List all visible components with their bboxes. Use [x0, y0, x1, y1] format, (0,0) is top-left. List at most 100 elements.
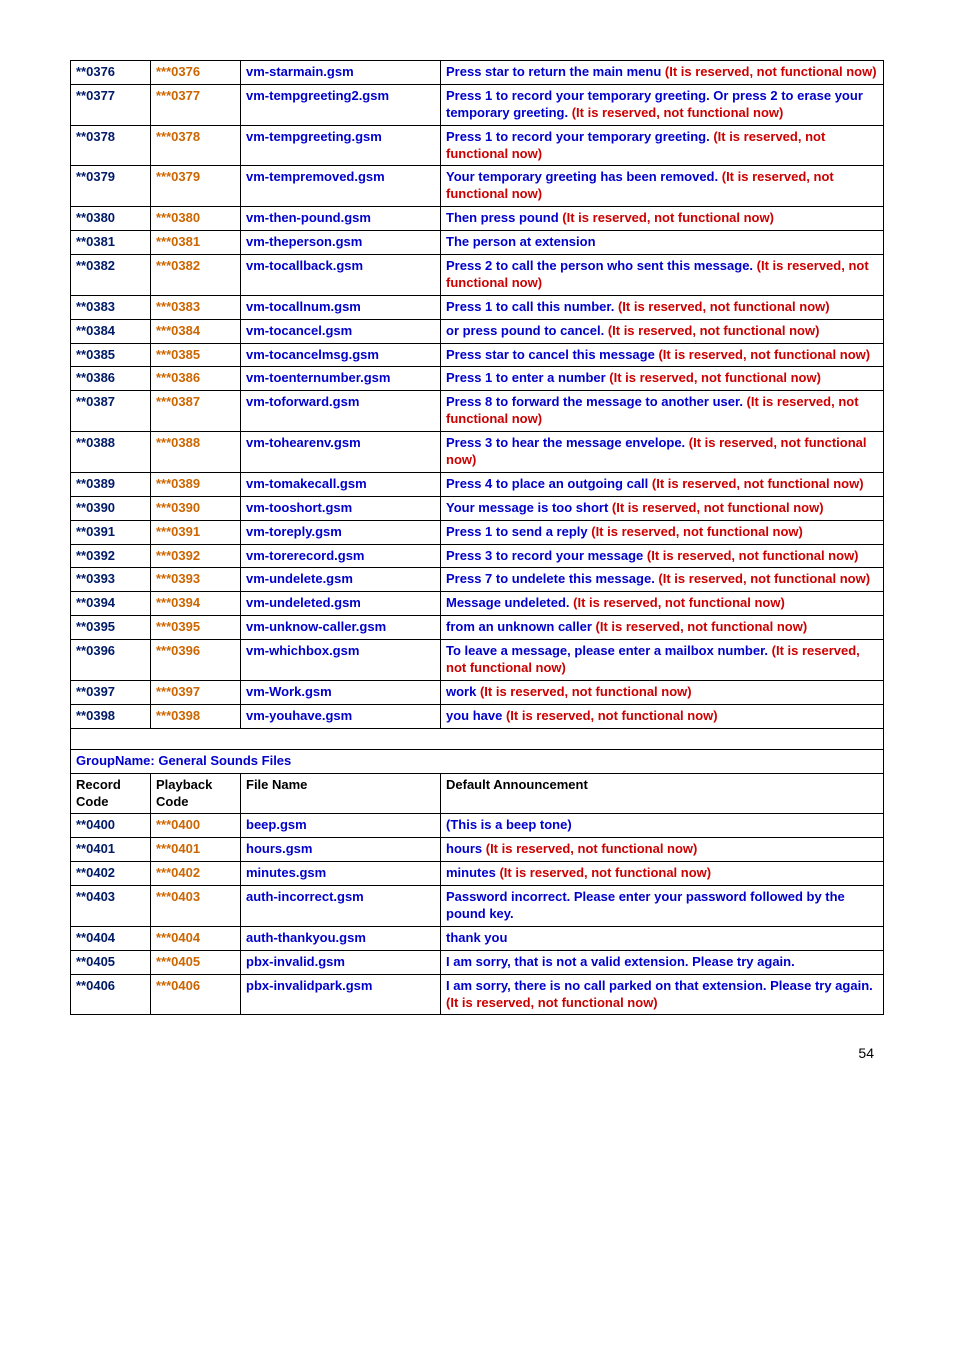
file-name: vm-undeleted.gsm: [241, 592, 441, 616]
table-row: **0393***0393vm-undelete.gsmPress 7 to u…: [71, 568, 884, 592]
table-row: **0398***0398vm-youhave.gsmyou have (It …: [71, 704, 884, 728]
announcement-text: (It is reserved, not functional now): [652, 476, 864, 491]
table-row: **0394***0394vm-undeleted.gsmMessage und…: [71, 592, 884, 616]
record-code: **0400: [71, 814, 151, 838]
default-announcement: or press pound to cancel. (It is reserve…: [441, 319, 884, 343]
table-row: **0385***0385vm-tocancelmsg.gsmPress sta…: [71, 343, 884, 367]
record-code: **0394: [71, 592, 151, 616]
playback-code: ***0384: [151, 319, 241, 343]
record-code: **0378: [71, 125, 151, 166]
sounds-table: **0376***0376vm-starmain.gsmPress star t…: [70, 60, 884, 1015]
file-name: vm-starmain.gsm: [241, 61, 441, 85]
announcement-text: I am sorry, that is not a valid extensio…: [446, 954, 795, 969]
default-announcement: Press 3 to hear the message envelope. (I…: [441, 432, 884, 473]
default-announcement: Then press pound (It is reserved, not fu…: [441, 207, 884, 231]
default-announcement: Press 1 to record your temporary greetin…: [441, 84, 884, 125]
default-announcement: The person at extension: [441, 231, 884, 255]
announcement-text: (It is reserved, not functional now): [506, 708, 718, 723]
playback-code: ***0383: [151, 295, 241, 319]
default-announcement: I am sorry, there is no call parked on t…: [441, 974, 884, 1015]
record-code: **0397: [71, 680, 151, 704]
default-announcement: Press 1 to record your temporary greetin…: [441, 125, 884, 166]
file-name: vm-tocancel.gsm: [241, 319, 441, 343]
announcement-text: (It is reserved, not functional now): [572, 105, 784, 120]
announcement-text: Press 3 to record your message: [446, 548, 647, 563]
table-row: **0396***0396vm-whichbox.gsmTo leave a m…: [71, 640, 884, 681]
record-code: **0392: [71, 544, 151, 568]
playback-code: ***0377: [151, 84, 241, 125]
announcement-text: Press 1 to call this number.: [446, 299, 618, 314]
file-name: vm-tohearenv.gsm: [241, 432, 441, 473]
playback-code: ***0376: [151, 61, 241, 85]
file-name: vm-tocallback.gsm: [241, 255, 441, 296]
playback-code: ***0398: [151, 704, 241, 728]
playback-code: ***0394: [151, 592, 241, 616]
announcement-text: (It is reserved, not functional now): [612, 500, 824, 515]
default-announcement: To leave a message, please enter a mailb…: [441, 640, 884, 681]
file-name: hours.gsm: [241, 838, 441, 862]
file-name: vm-tempremoved.gsm: [241, 166, 441, 207]
default-announcement: (This is a beep tone): [441, 814, 884, 838]
default-announcement: minutes (It is reserved, not functional …: [441, 862, 884, 886]
default-announcement: thank you: [441, 926, 884, 950]
record-code: **0404: [71, 926, 151, 950]
announcement-text: (It is reserved, not functional now): [658, 347, 870, 362]
announcement-text: Press 8 to forward the message to anothe…: [446, 394, 747, 409]
announcement-text: (It is reserved, not functional now): [573, 595, 785, 610]
file-name: vm-theperson.gsm: [241, 231, 441, 255]
playback-code: ***0402: [151, 862, 241, 886]
header-record-code: Record Code: [71, 773, 151, 814]
record-code: **0395: [71, 616, 151, 640]
file-name: vm-toforward.gsm: [241, 391, 441, 432]
file-name: auth-thankyou.gsm: [241, 926, 441, 950]
file-name: vm-torerecord.gsm: [241, 544, 441, 568]
default-announcement: Press star to return the main menu (It i…: [441, 61, 884, 85]
announcement-text: (It is reserved, not functional now): [499, 865, 711, 880]
record-code: **0385: [71, 343, 151, 367]
announcement-text: Press 1 to enter a number: [446, 370, 609, 385]
file-name: beep.gsm: [241, 814, 441, 838]
spacer-row: [71, 728, 884, 749]
file-name: minutes.gsm: [241, 862, 441, 886]
announcement-text: you have: [446, 708, 506, 723]
playback-code: ***0403: [151, 886, 241, 927]
file-name: auth-incorrect.gsm: [241, 886, 441, 927]
playback-code: ***0386: [151, 367, 241, 391]
announcement-text: I am sorry, there is no call parked on t…: [446, 978, 873, 993]
playback-code: ***0405: [151, 950, 241, 974]
announcement-text: Password incorrect. Please enter your pa…: [446, 889, 845, 921]
announcement-text: (It is reserved, not functional now): [480, 684, 692, 699]
playback-code: ***0390: [151, 496, 241, 520]
announcement-text: (It is reserved, not functional now): [608, 323, 820, 338]
file-name: vm-tempgreeting2.gsm: [241, 84, 441, 125]
announcement-text: (It is reserved, not functional now): [647, 548, 859, 563]
record-code: **0377: [71, 84, 151, 125]
announcement-text: The person at extension: [446, 234, 596, 249]
file-name: vm-undelete.gsm: [241, 568, 441, 592]
file-name: vm-whichbox.gsm: [241, 640, 441, 681]
group-title: GroupName: General Sounds Files: [76, 753, 291, 768]
default-announcement: work (It is reserved, not functional now…: [441, 680, 884, 704]
file-name: vm-then-pound.gsm: [241, 207, 441, 231]
announcement-text: or press pound to cancel.: [446, 323, 608, 338]
default-announcement: from an unknown caller (It is reserved, …: [441, 616, 884, 640]
file-name: vm-Work.gsm: [241, 680, 441, 704]
default-announcement: Press 4 to place an outgoing call (It is…: [441, 472, 884, 496]
announcement-text: (It is reserved, not functional now): [486, 841, 698, 856]
announcement-text: Your temporary greeting has been removed…: [446, 169, 722, 184]
playback-code: ***0385: [151, 343, 241, 367]
file-name: vm-youhave.gsm: [241, 704, 441, 728]
table-row: **0391***0391vm-toreply.gsmPress 1 to se…: [71, 520, 884, 544]
playback-code: ***0382: [151, 255, 241, 296]
record-code: **0380: [71, 207, 151, 231]
table-row: **0395***0395vm-unknow-caller.gsmfrom an…: [71, 616, 884, 640]
file-name: vm-tooshort.gsm: [241, 496, 441, 520]
default-announcement: Message undeleted. (It is reserved, not …: [441, 592, 884, 616]
record-code: **0381: [71, 231, 151, 255]
playback-code: ***0393: [151, 568, 241, 592]
playback-code: ***0396: [151, 640, 241, 681]
table-row: **0380***0380vm-then-pound.gsmThen press…: [71, 207, 884, 231]
record-code: **0390: [71, 496, 151, 520]
announcement-text: (It is reserved, not functional now): [596, 619, 808, 634]
default-announcement: Press star to cancel this message (It is…: [441, 343, 884, 367]
